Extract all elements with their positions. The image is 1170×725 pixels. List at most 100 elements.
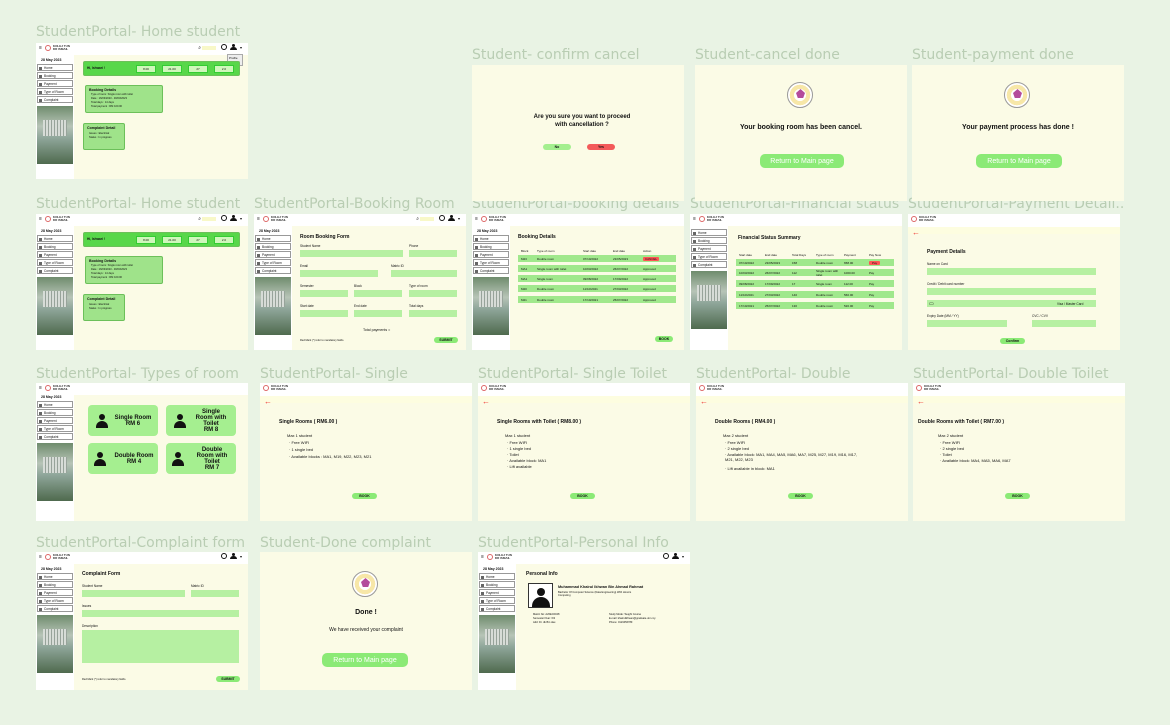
- tile-single-toilet[interactable]: Single Room with Toilet RM 8: [166, 405, 236, 436]
- menu-icon[interactable]: ≡: [39, 45, 42, 51]
- sidebar-item-type[interactable]: Type of Room: [691, 253, 727, 260]
- sidebar-item-type[interactable]: Type of Room: [479, 597, 515, 604]
- menu-icon[interactable]: ≡: [257, 216, 260, 222]
- return-button[interactable]: Return to Main page: [976, 154, 1062, 168]
- booking-summary-card[interactable]: Booking Details Type of room: Single roo…: [85, 256, 163, 284]
- cvc-input[interactable]: [1032, 320, 1096, 327]
- end-date-input[interactable]: [354, 310, 402, 317]
- back-arrow-icon[interactable]: ←: [482, 398, 490, 406]
- sidebar-item-type[interactable]: Type of Room: [37, 425, 73, 432]
- sidebar-item-home[interactable]: Home: [479, 573, 515, 580]
- sidebar-item-home[interactable]: Home: [473, 235, 509, 242]
- sidebar-item-home[interactable]: Home: [37, 573, 73, 580]
- chevron-down-icon[interactable]: ▾: [682, 554, 684, 559]
- user-icon[interactable]: [447, 215, 455, 221]
- pay-button[interactable]: Pay: [869, 271, 874, 275]
- user-icon[interactable]: [671, 553, 679, 559]
- book-button[interactable]: BOOK: [570, 493, 595, 499]
- user-icon[interactable]: [229, 215, 237, 221]
- sidebar-item-booking[interactable]: Booking: [473, 243, 509, 250]
- submit-button[interactable]: SUBMIT: [434, 337, 458, 343]
- sidebar-item-type[interactable]: Type of Room: [37, 597, 73, 604]
- tile-single-room[interactable]: Single Room RM 6: [88, 405, 158, 436]
- confirm-button[interactable]: Confirm: [1000, 338, 1025, 344]
- sidebar-item-type[interactable]: Type of Room: [37, 259, 73, 266]
- back-arrow-icon[interactable]: ←: [700, 398, 708, 406]
- sidebar-item-complaint[interactable]: Complaint: [37, 433, 73, 440]
- chevron-down-icon[interactable]: ▾: [240, 554, 242, 559]
- submit-button[interactable]: SUBMIT: [216, 676, 240, 682]
- block-input[interactable]: [354, 290, 402, 297]
- pay-button[interactable]: Pay: [869, 282, 874, 286]
- settings-icon[interactable]: [220, 44, 227, 50]
- sidebar-item-booking[interactable]: Booking: [37, 409, 73, 416]
- menu-icon[interactable]: ≡: [39, 385, 42, 391]
- sidebar-item-payment[interactable]: Payment: [691, 245, 727, 252]
- sidebar-item-type[interactable]: Type of Room: [473, 259, 509, 266]
- return-button[interactable]: Return to Main page: [760, 154, 844, 168]
- menu-icon[interactable]: ≡: [475, 216, 478, 222]
- return-button[interactable]: Return to Main page: [322, 653, 408, 667]
- chevron-down-icon[interactable]: ▾: [240, 45, 242, 50]
- sidebar-item-home[interactable]: Home: [37, 64, 73, 71]
- sidebar-item-type[interactable]: Type of Room: [37, 88, 73, 95]
- sidebar-item-complaint[interactable]: Complaint: [691, 261, 727, 268]
- back-arrow-icon[interactable]: ←: [912, 229, 920, 237]
- settings-icon[interactable]: [220, 553, 227, 559]
- search-box[interactable]: ⌕: [198, 45, 216, 51]
- user-icon[interactable]: [229, 553, 237, 559]
- book-button[interactable]: BOOK: [352, 493, 377, 499]
- start-date-input[interactable]: [300, 310, 348, 317]
- settings-icon[interactable]: [662, 553, 669, 559]
- pay-button[interactable]: Pay: [869, 304, 874, 308]
- sidebar-item-payment[interactable]: Payment: [473, 251, 509, 258]
- back-arrow-icon[interactable]: ←: [264, 398, 272, 406]
- sidebar-item-complaint[interactable]: Complaint: [479, 605, 515, 612]
- sidebar-item-complaint[interactable]: Complaint: [37, 605, 73, 612]
- chevron-down-icon[interactable]: ▾: [240, 216, 242, 221]
- sidebar-item-booking[interactable]: Booking: [37, 243, 73, 250]
- search-box[interactable]: ⌕: [416, 216, 434, 222]
- sidebar-item-complaint[interactable]: Complaint: [255, 267, 291, 274]
- expiry-input[interactable]: [927, 320, 1007, 327]
- sidebar-item-home[interactable]: Home: [691, 229, 727, 236]
- issues-input[interactable]: [82, 610, 239, 617]
- sidebar-item-complaint[interactable]: Complaint: [37, 96, 73, 103]
- email-input[interactable]: [300, 270, 378, 277]
- sidebar-item-payment[interactable]: Payment: [255, 251, 291, 258]
- menu-icon[interactable]: ≡: [39, 554, 42, 560]
- sidebar-item-payment[interactable]: Payment: [37, 417, 73, 424]
- search-box[interactable]: ⌕: [198, 216, 216, 222]
- settings-icon[interactable]: [220, 215, 227, 221]
- settings-icon[interactable]: [438, 215, 445, 221]
- phone-input[interactable]: [409, 250, 457, 257]
- no-button[interactable]: No: [543, 144, 571, 150]
- complaint-summary-card[interactable]: Complaint Detail Issues : Electrical Sta…: [83, 123, 125, 150]
- tile-double-toilet[interactable]: Double Room with Toilet RM 7: [166, 443, 236, 474]
- back-arrow-icon[interactable]: ←: [917, 398, 925, 406]
- chevron-down-icon[interactable]: ▾: [458, 216, 460, 221]
- book-button[interactable]: BOOK: [788, 493, 813, 499]
- sidebar-item-payment[interactable]: Payment: [37, 589, 73, 596]
- menu-icon[interactable]: ≡: [693, 216, 696, 222]
- sidebar-item-booking[interactable]: Booking: [479, 581, 515, 588]
- sidebar-item-home[interactable]: Home: [255, 235, 291, 242]
- complaint-summary-card[interactable]: Complaint Detail Issues : Electrical Sta…: [83, 294, 125, 321]
- sidebar-item-payment[interactable]: Payment: [37, 80, 73, 87]
- sidebar-item-booking[interactable]: Booking: [37, 72, 73, 79]
- sidebar-item-type[interactable]: Type of Room: [255, 259, 291, 266]
- student-name-input[interactable]: [300, 250, 403, 257]
- room-type-input[interactable]: [409, 290, 457, 297]
- tile-double-room[interactable]: Double Room RM 4: [88, 443, 158, 474]
- matric-input[interactable]: [191, 590, 239, 597]
- total-days-input[interactable]: [409, 310, 457, 317]
- pay-button[interactable]: Pay: [869, 293, 874, 297]
- sidebar-item-complaint[interactable]: Complaint: [473, 267, 509, 274]
- menu-icon[interactable]: ≡: [39, 216, 42, 222]
- card-number-input[interactable]: [927, 288, 1096, 295]
- semester-input[interactable]: [300, 290, 348, 297]
- booking-summary-card[interactable]: Booking Details Type of room: Single roo…: [85, 85, 163, 113]
- sidebar-item-complaint[interactable]: Complaint: [37, 267, 73, 274]
- book-button[interactable]: BOOK: [655, 336, 673, 342]
- sidebar-item-booking[interactable]: Booking: [37, 581, 73, 588]
